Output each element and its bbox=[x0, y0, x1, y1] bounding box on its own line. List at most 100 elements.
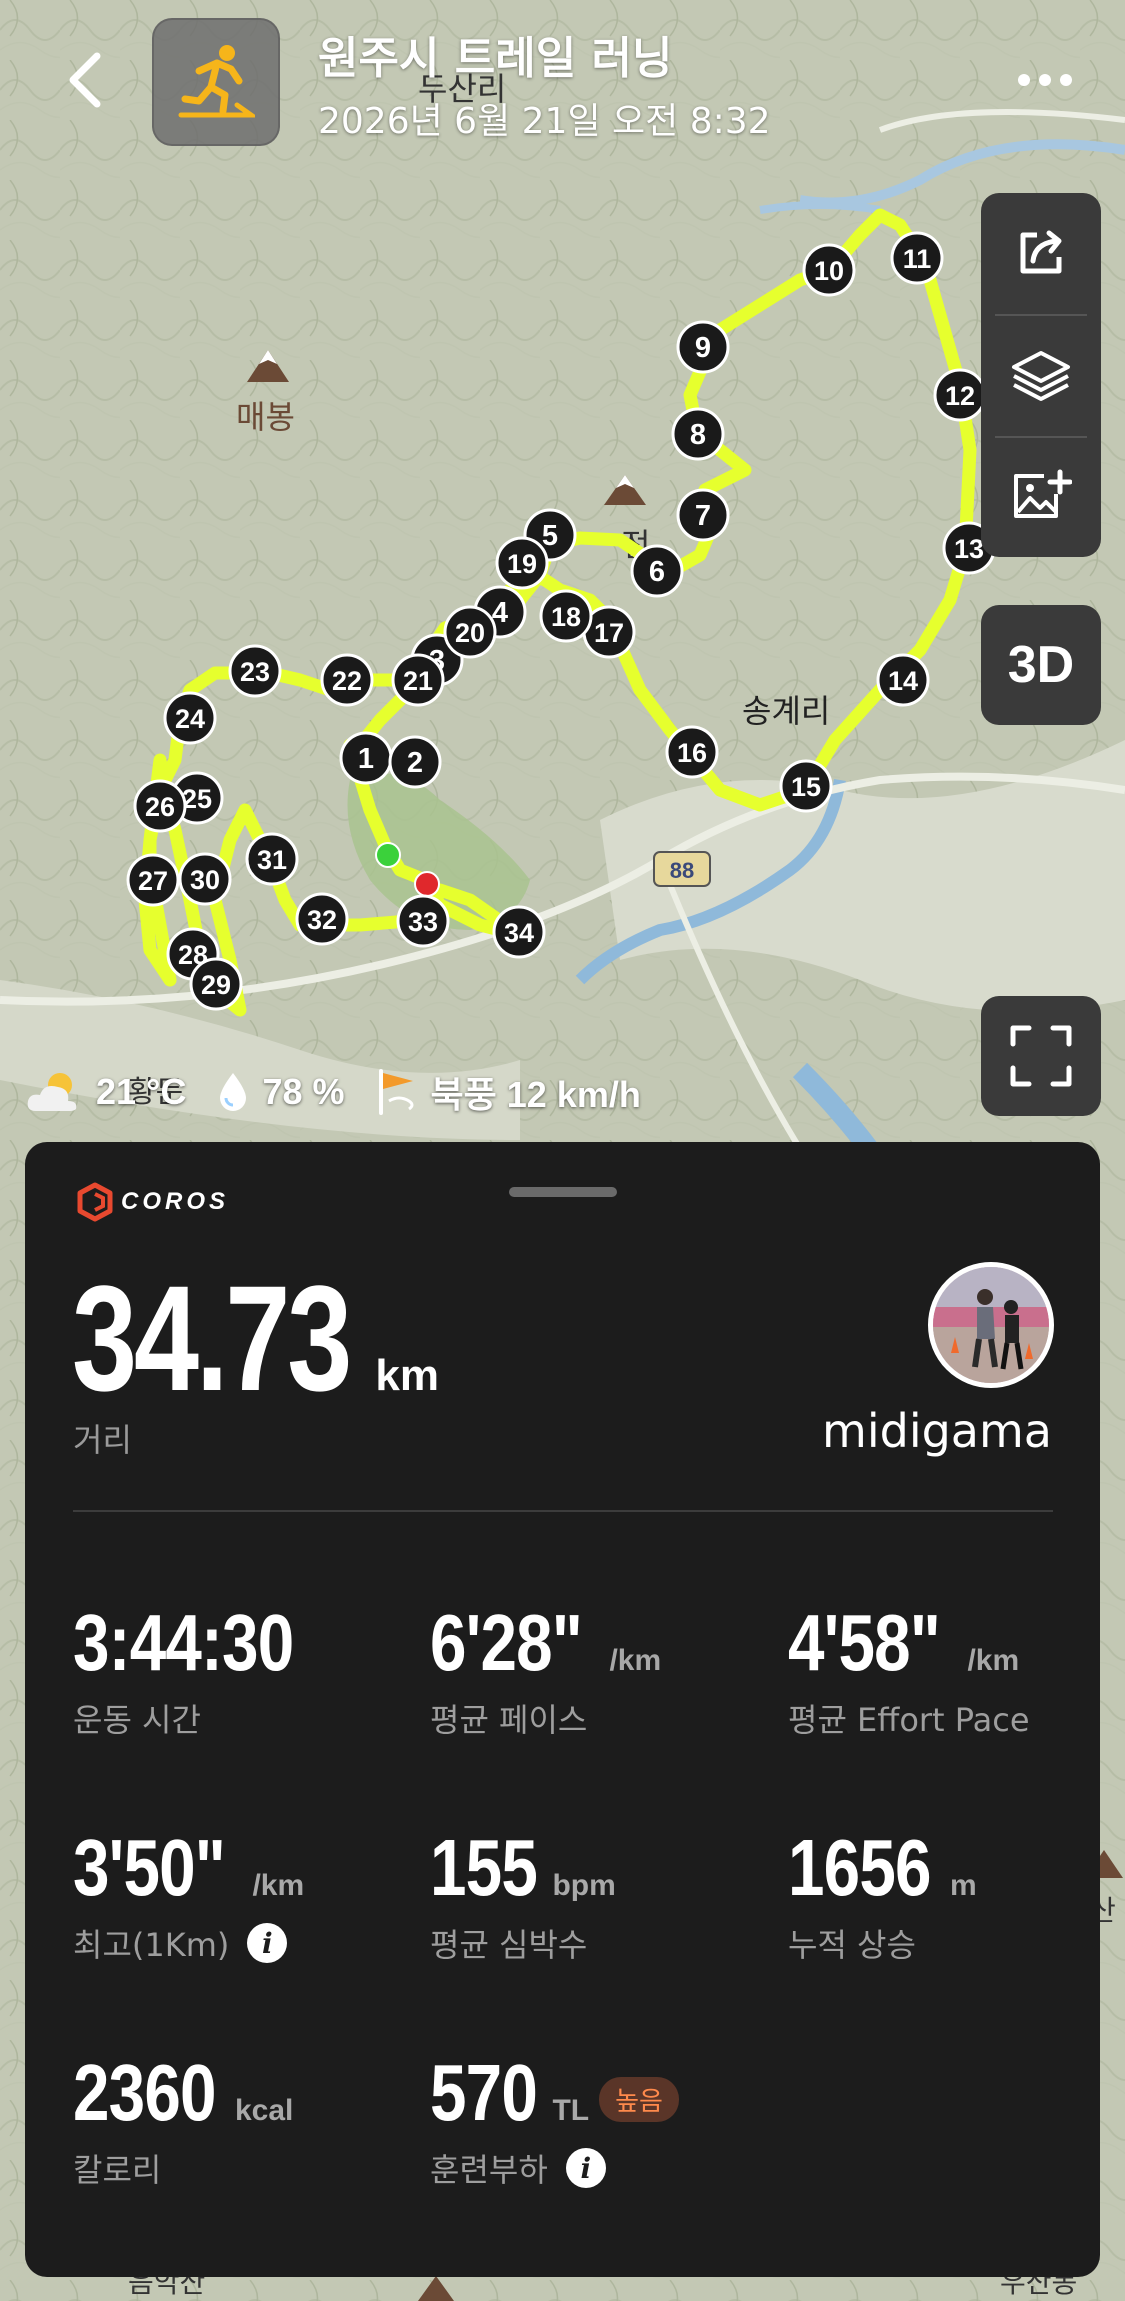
km-marker: 14 bbox=[876, 653, 930, 707]
fullscreen-button[interactable] bbox=[981, 996, 1101, 1116]
more-options-button[interactable] bbox=[1010, 55, 1080, 105]
stat-effort-pace: 4'58" /km 평균 Effort Pace bbox=[788, 1597, 1030, 1741]
km-marker-label: 20 bbox=[455, 618, 485, 648]
place-label-songgyeri: 송계리 bbox=[742, 692, 830, 730]
stat-label: 최고(1Km) bbox=[73, 1926, 230, 1964]
km-marker-label: 6 bbox=[649, 556, 665, 588]
stat-label: 평균 페이스 bbox=[430, 1701, 588, 1739]
stat-duration: 3:44:30 운동 시간 bbox=[73, 1597, 342, 1741]
add-photo-button[interactable] bbox=[981, 437, 1101, 557]
avatar[interactable] bbox=[928, 1262, 1054, 1388]
partly-cloudy-icon bbox=[27, 1073, 77, 1111]
km-marker: 11 bbox=[890, 231, 944, 285]
km-marker: 23 bbox=[228, 644, 282, 698]
stat-label: 누적 상승 bbox=[788, 1926, 916, 1964]
stat-value: 570 bbox=[430, 2048, 538, 2137]
km-marker-label: 21 bbox=[403, 666, 433, 696]
km-marker: 12 bbox=[933, 368, 987, 422]
km-marker-label: 14 bbox=[888, 666, 918, 696]
km-marker: 19 bbox=[495, 536, 549, 590]
km-marker: 27 bbox=[126, 853, 180, 907]
km-marker: 33 bbox=[396, 894, 450, 948]
distance-label: 거리 bbox=[73, 1421, 132, 1459]
chevron-left-icon bbox=[69, 52, 101, 108]
stat-label: 칼로리 bbox=[73, 2151, 162, 2189]
km-marker-label: 16 bbox=[677, 738, 707, 768]
username[interactable]: midigama bbox=[822, 1404, 1052, 1458]
stat-value: 2360 bbox=[73, 2048, 216, 2137]
summary-card[interactable]: COROS 34.73 km 거리 midigama 3:44:30 운동 시간… bbox=[25, 1142, 1100, 2277]
km-marker: 30 bbox=[178, 852, 232, 906]
km-marker-label: 5 bbox=[542, 520, 558, 552]
stat-unit: m bbox=[949, 1869, 977, 1902]
km-marker: 9 bbox=[676, 320, 730, 374]
stat-unit: /km bbox=[609, 1644, 662, 1677]
stat-unit: /km bbox=[252, 1869, 305, 1902]
back-button[interactable] bbox=[50, 45, 120, 115]
stat-unit: bpm bbox=[552, 1869, 616, 1902]
stat-avg-pace: 6'28" /km 평균 페이스 bbox=[430, 1597, 661, 1741]
km-marker-label: 18 bbox=[551, 602, 581, 632]
km-marker: 6 bbox=[630, 544, 684, 598]
add-photo-icon bbox=[1014, 469, 1072, 518]
route-start-marker bbox=[375, 842, 401, 868]
info-icon[interactable]: i bbox=[565, 2148, 606, 2188]
km-marker-label: 34 bbox=[504, 918, 534, 948]
km-marker-label: 19 bbox=[507, 549, 537, 579]
km-marker-label: 31 bbox=[257, 845, 287, 875]
stat-value: 3:44:30 bbox=[73, 1598, 294, 1687]
place-label-maebong: 매봉 bbox=[236, 398, 295, 436]
stat-unit: kcal bbox=[234, 2094, 294, 2127]
activity-datetime: 2026년 6월 21일 오전 8:32 bbox=[318, 101, 771, 142]
km-marker: 34 bbox=[492, 905, 546, 959]
ellipsis-icon bbox=[1018, 74, 1072, 86]
stat-avg-heart-rate: 155 bpm 평균 심박수 bbox=[430, 1822, 616, 1966]
km-marker: 10 bbox=[802, 243, 856, 297]
km-marker-label: 12 bbox=[945, 381, 975, 411]
humidity-drop-icon bbox=[220, 1073, 247, 1111]
layers-button[interactable] bbox=[981, 315, 1101, 435]
stat-label: 평균 심박수 bbox=[430, 1926, 588, 1964]
share-button[interactable] bbox=[981, 193, 1101, 313]
stat-training-load: 570 TL 높음 훈련부하 i bbox=[430, 2047, 679, 2191]
km-marker-label: 26 bbox=[145, 792, 175, 822]
coros-logo-icon bbox=[77, 1182, 113, 1222]
drag-handle[interactable] bbox=[509, 1187, 617, 1197]
brand-name: COROS bbox=[121, 1188, 230, 1215]
info-icon[interactable]: i bbox=[247, 1923, 288, 1963]
km-marker: 7 bbox=[676, 488, 730, 542]
stat-unit: TL bbox=[552, 2094, 590, 2127]
weather-wind: 북풍 12 km/h bbox=[375, 1066, 641, 1118]
km-marker-label: 25 bbox=[182, 784, 212, 814]
weather-humidity: 78 % bbox=[216, 1070, 345, 1114]
km-marker: 2 bbox=[388, 735, 442, 789]
brand-logo: COROS bbox=[75, 1182, 229, 1222]
km-marker: 26 bbox=[133, 779, 187, 833]
km-marker: 32 bbox=[295, 892, 349, 946]
training-load-badge: 높음 bbox=[599, 2077, 679, 2122]
weather-temperature: 21 °C bbox=[24, 1069, 186, 1115]
km-marker-label: 7 bbox=[695, 500, 711, 532]
km-marker-label: 1 bbox=[358, 743, 374, 775]
km-marker-label: 10 bbox=[814, 256, 844, 286]
3d-view-button[interactable]: 3D bbox=[981, 605, 1101, 725]
road-shield-label: 88 bbox=[670, 858, 694, 883]
km-marker-label: 33 bbox=[408, 907, 438, 937]
fullscreen-icon bbox=[1010, 1025, 1072, 1087]
km-marker-label: 9 bbox=[695, 332, 711, 364]
stat-calories: 2360 kcal 칼로리 bbox=[73, 2047, 293, 2191]
km-marker: 16 bbox=[665, 725, 719, 779]
stat-label: 운동 시간 bbox=[73, 1701, 201, 1739]
humidity-value: 78 % bbox=[262, 1071, 345, 1112]
stat-value: 3'50" bbox=[73, 1823, 226, 1912]
km-marker-label: 15 bbox=[791, 772, 821, 802]
km-marker-label: 24 bbox=[175, 704, 205, 734]
stat-value: 155 bbox=[430, 1823, 538, 1912]
weather-bar: 21 °C 78 % 북풍 12 km/h bbox=[24, 1062, 671, 1122]
layers-icon bbox=[1012, 351, 1070, 401]
header: 원주시 트레일 러닝 2026년 6월 21일 오전 8:32 bbox=[0, 0, 1125, 160]
map-tools-panel bbox=[981, 193, 1101, 557]
avatar-photo bbox=[933, 1267, 1049, 1383]
activity-title: 원주시 트레일 러닝 bbox=[318, 33, 673, 84]
km-marker-label: 22 bbox=[332, 666, 362, 696]
